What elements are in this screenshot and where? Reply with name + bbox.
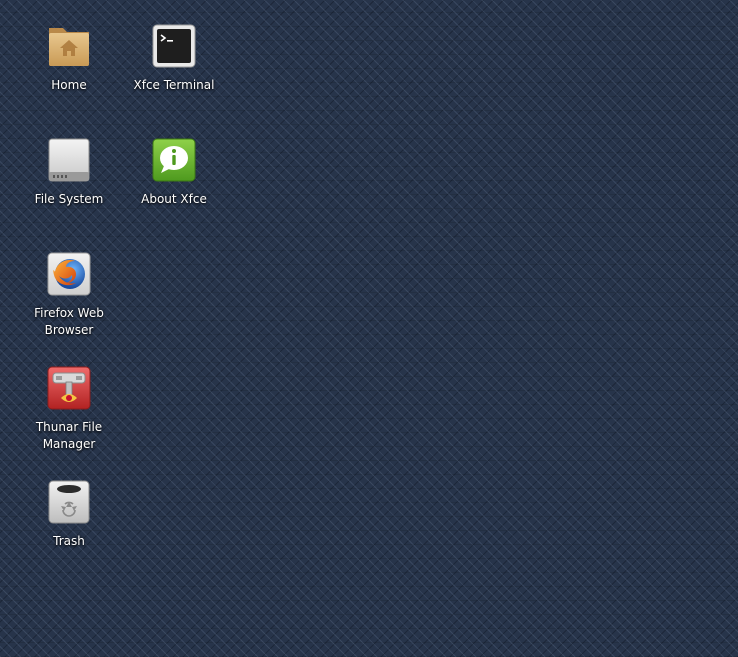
file-manager-icon [45,364,93,412]
desktop-icon-label: File System [34,192,104,206]
desktop-icon-file-system[interactable]: File System [21,136,117,208]
desktop-icon-home[interactable]: Home [21,22,117,94]
info-icon [150,136,198,184]
desktop-icon-about-xfce[interactable]: About Xfce [126,136,222,208]
home-folder-icon [45,22,93,70]
desktop-icon-label: About Xfce [141,192,207,206]
desktop-icon-label: Thunar File Manager [35,420,103,451]
desktop[interactable]: Home Xfce Terminal File System About Xfc… [0,0,738,657]
desktop-icon-label: Firefox Web Browser [34,306,104,337]
trash-icon [45,478,93,526]
terminal-icon [150,22,198,70]
desktop-icon-thunar[interactable]: Thunar File Manager [21,364,117,453]
desktop-icon-firefox[interactable]: Firefox Web Browser [21,250,117,339]
desktop-icon-terminal[interactable]: Xfce Terminal [126,22,222,94]
drive-icon [45,136,93,184]
desktop-icon-label: Home [51,78,87,92]
desktop-icon-label: Xfce Terminal [133,78,215,92]
desktop-icon-label: Trash [53,534,85,548]
firefox-icon [45,250,93,298]
desktop-icon-trash[interactable]: Trash [21,478,117,550]
